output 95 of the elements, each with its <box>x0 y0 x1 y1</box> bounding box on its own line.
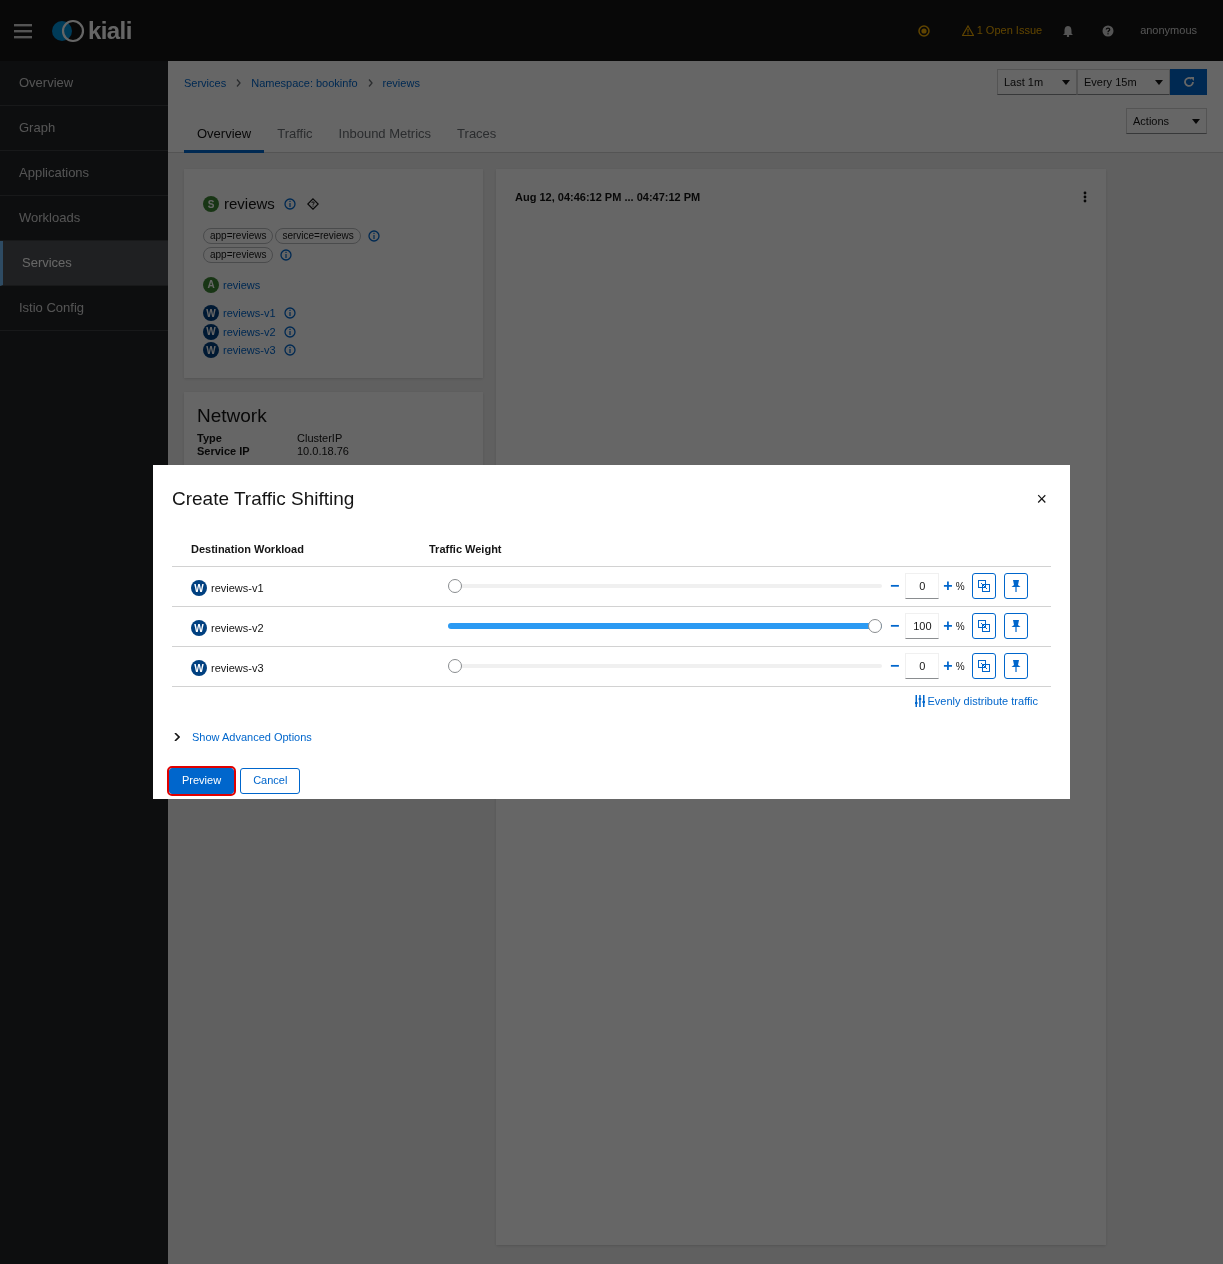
mirror-icon <box>977 580 990 592</box>
breadcrumb-link[interactable]: reviews <box>382 75 420 92</box>
pin-icon <box>1010 620 1021 632</box>
sidebar-item[interactable]: Services <box>0 241 168 286</box>
pin-icon <box>1010 660 1021 672</box>
breadcrumb-link[interactable]: Namespace: bookinfo <box>251 75 358 92</box>
dialog-title: Create Traffic Shifting <box>172 487 355 511</box>
info-icon <box>283 344 296 357</box>
logo-icon <box>50 18 86 43</box>
minus-button[interactable]: − <box>890 658 900 674</box>
info-icon <box>283 325 296 338</box>
pin-button[interactable] <box>1003 613 1028 639</box>
warning-icon <box>961 25 974 36</box>
mirror-button[interactable] <box>971 613 996 639</box>
badge: W <box>191 580 207 596</box>
column-header: Destination Workload <box>190 542 305 558</box>
minus-button[interactable]: − <box>890 618 900 634</box>
caret-icon <box>1155 79 1163 85</box>
badge: A <box>203 276 219 293</box>
column-header: Traffic Weight <box>429 542 502 558</box>
workload-name: reviews-v2 <box>211 620 264 636</box>
pin-button[interactable] <box>1003 573 1028 599</box>
workload-link[interactable]: reviews-v2 <box>223 323 276 340</box>
refresh-icon[interactable] <box>1182 76 1195 88</box>
status-dot-icon <box>917 24 930 37</box>
percent-unit: % <box>955 579 965 594</box>
preview-button[interactable]: Preview <box>169 767 235 794</box>
sidebar-item[interactable]: Applications <box>0 151 168 196</box>
field-label: Type <box>197 431 223 445</box>
pin-button[interactable] <box>1003 653 1028 679</box>
duration-dropdown[interactable]: Last 1m <box>997 69 1077 95</box>
weight-slider[interactable] <box>448 619 882 633</box>
info-icon <box>283 307 296 320</box>
sliders-icon <box>914 694 925 707</box>
workload-link[interactable]: reviews-v3 <box>223 342 276 359</box>
time-range: Aug 12, 04:46:12 PM ... 04:47:12 PM <box>515 190 701 205</box>
plus-button[interactable]: + <box>943 578 953 594</box>
minus-button[interactable]: − <box>890 578 900 594</box>
chevron-icon <box>236 79 242 88</box>
pin-icon <box>1010 580 1021 592</box>
mirror-icon <box>977 620 990 632</box>
caret-icon <box>1062 79 1070 85</box>
actions-dropdown[interactable]: Actions <box>1126 108 1207 134</box>
plus-button[interactable]: + <box>943 658 953 674</box>
tab[interactable]: Overview <box>184 123 265 153</box>
breadcrumb-link[interactable]: Services <box>184 75 227 92</box>
advanced-options-toggle[interactable]: Show Advanced Options <box>192 729 312 746</box>
badge: S <box>203 196 219 213</box>
workload-link[interactable]: reviews-v1 <box>223 305 276 322</box>
help-icon[interactable] <box>1102 24 1115 37</box>
field-label: Service IP <box>197 444 251 458</box>
badge: W <box>191 660 207 676</box>
menu-icon[interactable] <box>14 22 32 39</box>
info-icon <box>283 198 296 211</box>
card-title: Network <box>197 404 268 428</box>
mirror-icon <box>977 660 990 672</box>
workload-name: reviews-v1 <box>211 580 264 596</box>
tab[interactable]: Traffic <box>264 123 326 153</box>
cancel-button[interactable]: Cancel <box>240 767 301 794</box>
service-name: reviews <box>224 194 275 214</box>
refresh-dropdown[interactable]: Every 15m <box>1077 69 1170 95</box>
badge: W <box>203 305 219 322</box>
mirror-button[interactable] <box>971 573 996 599</box>
field-value: 10.0.18.76 <box>297 444 349 458</box>
info-icon <box>280 248 293 261</box>
workload-name: reviews-v3 <box>211 660 264 676</box>
field-value: ClusterIP <box>297 431 343 445</box>
evenly-distribute-link[interactable]: Evenly distribute traffic <box>914 692 1038 709</box>
weight-input[interactable]: 0 <box>905 653 940 679</box>
info-icon <box>367 229 380 242</box>
caret-icon <box>1192 118 1200 124</box>
bell-icon[interactable] <box>1062 24 1075 37</box>
tab[interactable]: Traces <box>444 123 510 153</box>
plus-button[interactable]: + <box>943 618 953 634</box>
help-icon <box>306 198 319 211</box>
close-button[interactable]: × <box>1036 490 1047 509</box>
weight-slider[interactable] <box>448 579 882 593</box>
chevron-icon <box>367 79 373 88</box>
weight-input[interactable]: 100 <box>905 613 940 639</box>
badge: W <box>203 323 219 340</box>
mirror-button[interactable] <box>971 653 996 679</box>
weight-input[interactable]: 0 <box>905 573 940 599</box>
chevron-icon[interactable] <box>174 733 180 742</box>
tab[interactable]: Inbound Metrics <box>325 123 445 153</box>
percent-unit: % <box>955 619 965 634</box>
kebab-icon[interactable] <box>1083 191 1087 203</box>
badge: W <box>191 620 207 636</box>
logo-text: kiali <box>88 15 132 46</box>
sidebar-item[interactable]: Istio Config <box>0 286 168 331</box>
weight-slider[interactable] <box>448 659 882 673</box>
app-link[interactable]: reviews <box>223 276 261 293</box>
user-menu[interactable]: anonymous <box>1140 22 1197 39</box>
open-issues-link[interactable]: 1 Open Issue <box>976 22 1043 39</box>
badge: W <box>203 342 219 359</box>
percent-unit: % <box>955 659 965 674</box>
